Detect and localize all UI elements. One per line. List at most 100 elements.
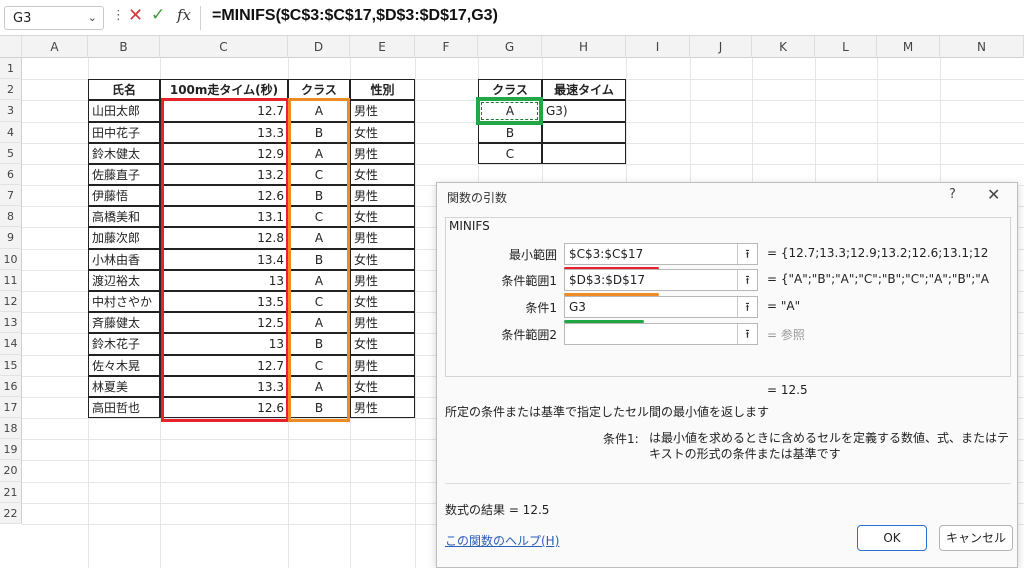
column-header-c[interactable]: C xyxy=(160,36,288,58)
argument-input[interactable]: G3 ⭱ xyxy=(564,296,758,318)
column-header-f[interactable]: F xyxy=(415,36,478,58)
table-cell[interactable]: 13.3 xyxy=(160,121,288,143)
column-header-e[interactable]: E xyxy=(350,36,415,58)
row-header-6[interactable]: 6 xyxy=(0,163,22,186)
ok-button[interactable]: OK xyxy=(857,525,927,551)
table-cell[interactable]: 12.7 xyxy=(160,100,288,122)
table-cell[interactable]: 男性 xyxy=(350,142,415,164)
row-header-15[interactable]: 15 xyxy=(0,354,22,376)
summary-cell[interactable]: G3) xyxy=(542,100,626,122)
table-cell[interactable]: C xyxy=(288,163,350,186)
summary-header-cell[interactable]: 最速タイム xyxy=(542,79,626,101)
table-cell[interactable]: 田中花子 xyxy=(88,121,160,143)
table-cell[interactable]: A xyxy=(288,312,350,334)
row-header-17[interactable]: 17 xyxy=(0,396,22,419)
table-cell[interactable]: 女性 xyxy=(350,121,415,143)
row-header-7[interactable]: 7 xyxy=(0,185,22,207)
summary-header-cell[interactable]: クラス xyxy=(478,79,542,101)
column-header-d[interactable]: D xyxy=(288,36,350,58)
table-cell[interactable]: 男性 xyxy=(350,227,415,249)
enter-icon[interactable]: ✓ xyxy=(151,5,165,25)
table-cell[interactable]: 女性 xyxy=(350,248,415,270)
summary-cell[interactable]: C xyxy=(478,142,542,164)
table-cell[interactable]: 12.6 xyxy=(160,185,288,207)
table-cell[interactable]: 男性 xyxy=(350,269,415,291)
summary-cell[interactable] xyxy=(542,142,626,164)
table-cell[interactable]: 13.3 xyxy=(160,375,288,397)
collapse-dialog-icon[interactable]: ⭱ xyxy=(737,324,757,344)
close-icon[interactable]: ✕ xyxy=(987,185,1000,204)
table-cell[interactable]: 加藤次郎 xyxy=(88,227,160,249)
row-header-18[interactable]: 18 xyxy=(0,418,22,440)
column-header-a[interactable]: A xyxy=(22,36,88,58)
table-cell[interactable]: 斉藤健太 xyxy=(88,312,160,334)
table-cell[interactable]: 12.8 xyxy=(160,227,288,249)
table-cell[interactable]: 13 xyxy=(160,333,288,355)
table-cell[interactable]: 女性 xyxy=(350,375,415,397)
row-header-9[interactable]: 9 xyxy=(0,227,22,249)
summary-cell[interactable]: B xyxy=(478,121,542,143)
table-cell[interactable]: 12.9 xyxy=(160,142,288,164)
column-header-l[interactable]: L xyxy=(815,36,877,58)
table-cell[interactable]: B xyxy=(288,248,350,270)
row-header-3[interactable]: 3 xyxy=(0,100,22,122)
collapse-dialog-icon[interactable]: ⭱ xyxy=(737,270,757,290)
function-help-link[interactable]: この関数のヘルプ(H) xyxy=(445,532,559,549)
table-cell[interactable]: 男性 xyxy=(350,312,415,334)
table-cell[interactable]: 高田哲也 xyxy=(88,396,160,419)
table-cell[interactable]: 男性 xyxy=(350,354,415,376)
column-header-b[interactable]: B xyxy=(88,36,160,58)
table-header-cell[interactable]: 氏名 xyxy=(88,79,160,101)
table-header-cell[interactable]: 100m走タイム(秒) xyxy=(160,79,288,101)
column-header-m[interactable]: M xyxy=(877,36,940,58)
row-header-20[interactable]: 20 xyxy=(0,460,22,482)
table-cell[interactable]: A xyxy=(288,227,350,249)
table-cell[interactable]: 佐藤直子 xyxy=(88,163,160,186)
row-header-13[interactable]: 13 xyxy=(0,312,22,334)
column-header-h[interactable]: H xyxy=(542,36,626,58)
row-header-14[interactable]: 14 xyxy=(0,333,22,355)
table-cell[interactable]: B xyxy=(288,333,350,355)
table-cell[interactable]: 13.1 xyxy=(160,206,288,228)
table-cell[interactable]: 12.5 xyxy=(160,312,288,334)
row-header-10[interactable]: 10 xyxy=(0,248,22,270)
table-header-cell[interactable]: 性別 xyxy=(350,79,415,101)
table-cell[interactable]: B xyxy=(288,396,350,419)
table-cell[interactable]: C xyxy=(288,354,350,376)
table-cell[interactable]: 山田太郎 xyxy=(88,100,160,122)
column-header-k[interactable]: K xyxy=(752,36,815,58)
table-cell[interactable]: B xyxy=(288,185,350,207)
formula-input[interactable]: =MINIFS($C$3:$C$17,$D$3:$D$17,G3) xyxy=(212,7,498,25)
row-header-5[interactable]: 5 xyxy=(0,142,22,164)
select-all-corner[interactable] xyxy=(0,36,22,58)
cancel-button[interactable]: キャンセル xyxy=(939,525,1013,551)
column-header-i[interactable]: I xyxy=(626,36,690,58)
table-cell[interactable]: C xyxy=(288,290,350,313)
table-cell[interactable]: C xyxy=(288,206,350,228)
column-header-g[interactable]: G xyxy=(478,36,542,58)
table-cell[interactable]: 鈴木健太 xyxy=(88,142,160,164)
summary-cell[interactable] xyxy=(542,121,626,143)
argument-input[interactable]: $D$3:$D$17 ⭱ xyxy=(564,269,758,291)
table-cell[interactable]: 林夏美 xyxy=(88,375,160,397)
collapse-dialog-icon[interactable]: ⭱ xyxy=(737,244,757,264)
argument-input[interactable]: ⭱ xyxy=(564,323,758,345)
table-cell[interactable]: 伊藤悟 xyxy=(88,185,160,207)
table-header-cell[interactable]: クラス xyxy=(288,79,350,101)
row-header-1[interactable]: 1 xyxy=(0,58,22,80)
table-cell[interactable]: 男性 xyxy=(350,396,415,419)
table-cell[interactable]: 13.5 xyxy=(160,290,288,313)
summary-cell[interactable]: A xyxy=(478,100,542,122)
row-header-4[interactable]: 4 xyxy=(0,121,22,143)
row-header-22[interactable]: 22 xyxy=(0,502,22,524)
table-cell[interactable]: 小林由香 xyxy=(88,248,160,270)
collapse-dialog-icon[interactable]: ⭱ xyxy=(737,297,757,317)
table-cell[interactable]: 中村さやか xyxy=(88,290,160,313)
row-header-2[interactable]: 2 xyxy=(0,79,22,101)
table-cell[interactable]: 13 xyxy=(160,269,288,291)
table-cell[interactable]: A xyxy=(288,269,350,291)
table-cell[interactable]: 高橋美和 xyxy=(88,206,160,228)
table-cell[interactable]: 鈴木花子 xyxy=(88,333,160,355)
row-header-21[interactable]: 21 xyxy=(0,481,22,503)
insert-function-icon[interactable]: fx xyxy=(177,6,191,24)
